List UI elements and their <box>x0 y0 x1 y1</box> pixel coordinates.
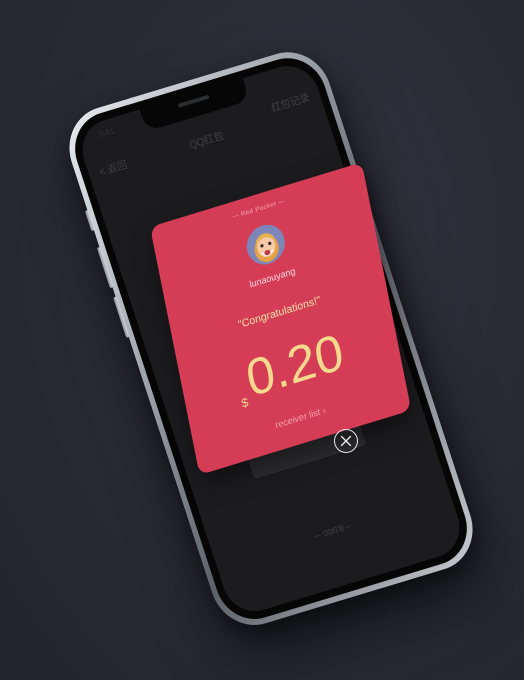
speaker-grille <box>177 94 210 108</box>
receiver-list-label: receiver list <box>274 406 322 431</box>
avatar-old-man-icon <box>246 224 285 265</box>
chevron-right-icon: › <box>321 404 327 416</box>
close-button[interactable] <box>334 429 358 453</box>
status-time: 9:41 <box>97 125 116 140</box>
scene: 9:41 < 返回 QQ红包 红包记录 — QQ红包 — — Red Packe… <box>0 0 524 680</box>
avatar <box>242 219 289 271</box>
amount-value: 0.20 <box>241 322 349 408</box>
background-footer: — QQ红包 — <box>314 522 354 541</box>
close-x-icon <box>340 435 352 447</box>
currency-symbol: $ <box>240 394 250 411</box>
amount-display: $ 0.20 <box>178 304 402 429</box>
